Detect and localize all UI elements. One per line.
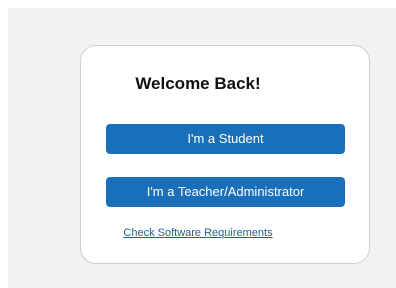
welcome-heading: Welcome Back! — [135, 74, 261, 93]
check-software-requirements-link[interactable]: Check Software Requirements — [123, 227, 272, 239]
teacher-login-button[interactable]: I'm a Teacher/Administrator — [106, 177, 345, 207]
requirements-link-container: Check Software Requirements — [0, 227, 396, 240]
student-login-button[interactable]: I'm a Student — [106, 124, 345, 154]
